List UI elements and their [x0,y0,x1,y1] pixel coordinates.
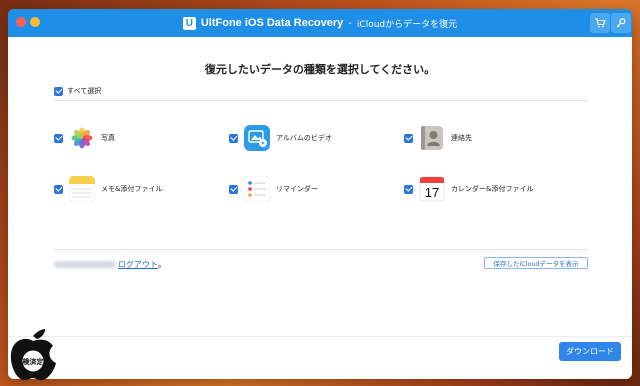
category-reminders[interactable]: リマインダー [229,176,318,202]
window-title: U UltFone iOS Data Recovery - iCloudからデー… [8,9,632,37]
calendar-day: 17 [425,185,439,200]
category-contacts[interactable]: 連絡先 [404,125,472,151]
title-separator: - [348,17,352,29]
notes-icon [69,176,95,202]
app-logo-icon: U [182,16,196,30]
category-calendar[interactable]: 17 カレンダー&添付ファイル [404,176,533,202]
contacts-icon [421,126,443,150]
calendar-icon: 17 [419,176,445,202]
category-label: カレンダー&添付ファイル [451,185,534,193]
title-bar: U UltFone iOS Data Recovery - iCloudからデー… [8,9,632,37]
app-name: UltFone iOS Data Recovery [200,17,344,29]
checkbox[interactable] [229,133,238,143]
logout-suffix: 。 [158,260,166,269]
page-heading: 復元したいデータの種類を選択してください。 [204,63,436,76]
checkbox[interactable] [404,133,413,143]
divider [54,249,588,250]
category-notes[interactable]: メモ&添付ファイル [54,176,162,202]
key-icon [616,18,626,28]
cart-icon [595,18,606,28]
blurred-account-email [54,261,116,268]
category-label: アルバムのビデオ [276,134,332,142]
category-album-video[interactable]: アルバムのビデオ [229,125,332,151]
category-label: メモ&添付ファイル [101,185,163,193]
key-button[interactable] [611,13,631,33]
checkbox[interactable] [54,184,63,194]
divider [54,100,588,101]
checkbox[interactable] [229,184,238,194]
checkbox[interactable] [404,184,413,194]
select-all-label: すべて選択 [67,87,102,95]
footer-divider [8,336,632,337]
category-label: 連絡先 [451,134,472,142]
photos-icon [69,125,95,151]
logout-link[interactable]: ログアウト [118,259,158,270]
checkbox[interactable] [54,133,63,143]
app-window: U UltFone iOS Data Recovery - iCloudからデー… [8,9,632,379]
select-all-checkbox[interactable]: すべて選択 [54,86,101,96]
cart-button[interactable] [590,13,610,33]
watermark-apple-icon: 検済定 [10,329,56,381]
window-subtitle: iCloudからデータを復元 [356,19,458,30]
category-label: 写真 [101,134,115,142]
reminders-icon [244,176,270,202]
category-photos[interactable]: 写真 [54,125,115,151]
download-button[interactable]: ダウンロード [559,342,621,361]
album-video-icon [244,125,270,151]
account-row: ログアウト 。 [54,259,166,270]
category-label: リマインダー [276,185,318,193]
watermark-text: 検済定 [23,357,44,366]
view-saved-icloud-data-button[interactable]: 保存したiCloudデータを表示 [484,257,588,269]
checkbox[interactable] [54,86,63,96]
